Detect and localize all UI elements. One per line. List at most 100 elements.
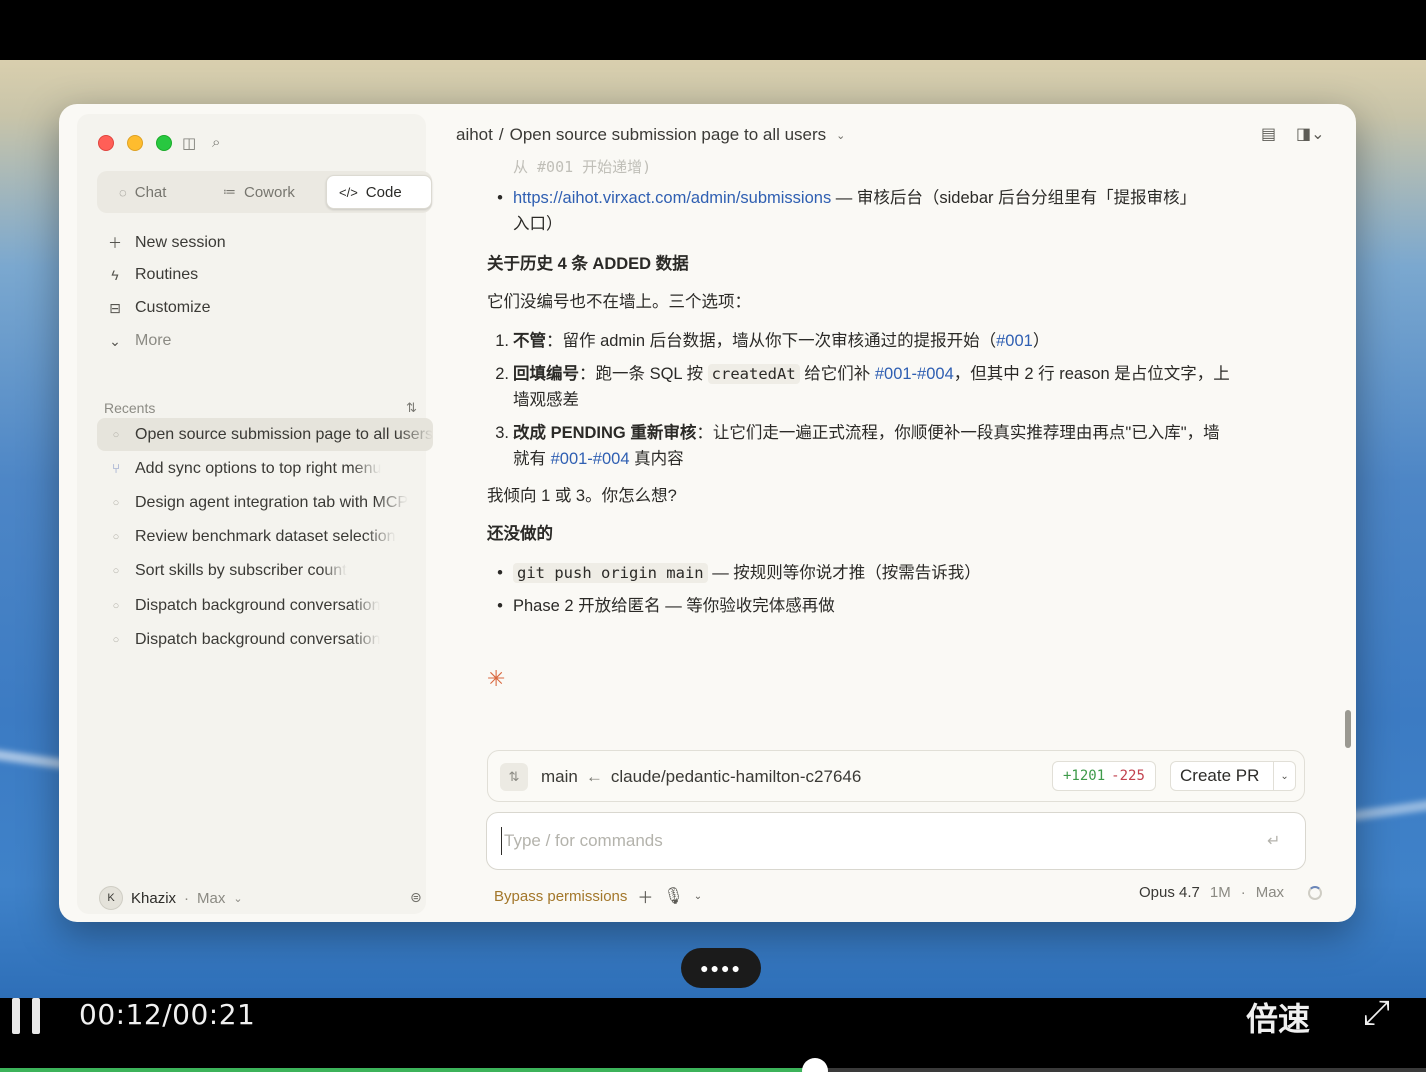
tab-cowork[interactable]: ≔ Cowork — [211, 175, 307, 209]
pause-icon — [12, 998, 20, 1034]
scrollbar[interactable] — [1345, 710, 1351, 748]
microphone-icon[interactable]: 🎙 — [663, 886, 683, 906]
recent-item[interactable]: ○ Sort skills by subscriber count — [97, 554, 433, 587]
recent-item-title: Dispatch background conversation — [135, 596, 381, 614]
session-title: Open source submission page to all users — [509, 125, 827, 144]
breadcrumb[interactable]: aihot / Open source submission page to a… — [456, 125, 845, 145]
additions-count: +1201 — [1063, 768, 1106, 784]
tab-chat-label: Chat — [134, 183, 167, 201]
search-icon[interactable]: ⌕ — [212, 134, 220, 151]
recent-item[interactable]: ○ Dispatch background conversation — [97, 623, 433, 656]
inline-code: createdAt — [707, 364, 800, 384]
deletions-count: -225 — [1111, 768, 1145, 784]
list-item-body: https://aihot.virxact.com/admin/submissi… — [513, 185, 1196, 237]
settings-icon[interactable]: ⊜ — [410, 889, 422, 906]
routines-label: Routines — [135, 266, 199, 283]
avatar: K — [99, 886, 123, 910]
todo-text: — 按规则等你说才推（按需告诉我） — [707, 564, 981, 582]
recent-item[interactable]: ○ Dispatch background conversation — [97, 589, 433, 622]
option-text: ） — [1032, 332, 1050, 350]
option-title: 回填编号 — [513, 365, 579, 383]
permissions-mode-button[interactable]: Bypass permissions — [494, 888, 627, 905]
branch-icon: ⑂ — [112, 461, 120, 476]
chevron-down-icon[interactable]: ⌄ — [1273, 762, 1295, 790]
create-pr-label: Create PR — [1180, 766, 1260, 785]
panel-toggle-icon[interactable]: ◨⌄ — [1296, 124, 1325, 144]
link-description: — 审核后台（sidebar 后台分组里有「提报审核」 — [831, 189, 1197, 207]
option-text: 就有 — [513, 450, 551, 468]
option-text: 给它们补 — [799, 365, 875, 383]
chevron-down-icon: ⌄ — [836, 129, 846, 142]
circle-icon: ○ — [112, 496, 120, 509]
close-window-button[interactable] — [98, 135, 114, 151]
filter-icon[interactable]: ⇅ — [406, 400, 417, 416]
sidebar-toggle-icon[interactable]: ◫ — [182, 134, 196, 152]
sidebar: ◫ ⌕ ◌ Chat ≔ Cowork </> Code ＋ New sessi… — [77, 114, 433, 914]
branch-info: main ← claude/pedantic-hamilton-c27646 — [541, 767, 861, 787]
model-context: 1M — [1209, 884, 1231, 901]
video-top-letterbox — [0, 0, 1426, 60]
option-text: ：留作 admin 后台数据，墙从你下一次审核通过的提报开始（ — [546, 332, 997, 350]
customize-button[interactable]: ⊟ Customize — [107, 299, 210, 317]
chevron-down-icon: ⌄ — [109, 332, 121, 349]
pull-request-icon: ⇅ — [500, 763, 528, 791]
recents-label: Recents — [104, 400, 156, 416]
recent-item[interactable]: ○ Review benchmark dataset selection — [97, 520, 433, 553]
composer: ↵ — [486, 812, 1306, 870]
minimize-window-button[interactable] — [127, 135, 143, 151]
recent-item[interactable]: ○ Design agent integration tab with MCP — [97, 486, 433, 519]
circle-icon: ○ — [112, 530, 120, 543]
recent-item-title: Review benchmark dataset selection — [135, 527, 396, 545]
new-session-button[interactable]: ＋ New session — [107, 233, 226, 253]
progress-bar[interactable] — [0, 1068, 1426, 1072]
video-player-controls: 00:12/00:21 倍速 ⤢ — [0, 994, 1426, 1072]
issue-ref[interactable]: #001-#004 — [875, 365, 954, 383]
mode-tabs: ◌ Chat ≔ Cowork </> Code — [97, 171, 432, 213]
new-session-label: New session — [135, 234, 226, 251]
issue-ref[interactable]: #001-#004 — [551, 450, 630, 468]
recent-item[interactable]: ⑂ Add sync options to top right menu — [97, 452, 433, 485]
playback-speed-button[interactable]: 倍速 — [1246, 994, 1310, 1040]
model-selector[interactable]: Opus 4.7 1M · Max — [1139, 884, 1323, 901]
list-item: • https://aihot.virxact.com/admin/submis… — [487, 185, 1287, 237]
admin-link[interactable]: https://aihot.virxact.com/admin/submissi… — [513, 189, 831, 207]
prompt-input[interactable] — [501, 827, 1241, 855]
recent-item-title: Design agent integration tab with MCP — [135, 493, 409, 511]
list-item: • git push origin main — 按规则等你说才推（按需告诉我） — [487, 560, 1287, 586]
model-plan: Max — [1255, 884, 1285, 901]
plus-icon[interactable]: ＋ — [637, 884, 653, 908]
create-pr-button[interactable]: Create PR ⌄ — [1170, 761, 1296, 791]
issue-ref[interactable]: #001 — [996, 332, 1033, 350]
thinking-spark-icon: ✳ — [487, 666, 506, 691]
arrow-left-icon: ← — [585, 767, 603, 786]
briefcase-icon: ⊟ — [109, 299, 121, 316]
account-menu[interactable]: K Khazix · Max ⌄ — [99, 886, 243, 910]
pause-button[interactable] — [12, 998, 40, 1034]
user-plan: Max — [197, 889, 226, 907]
chevron-down-icon[interactable]: ⌄ — [694, 891, 702, 902]
tab-code-label: Code — [365, 183, 402, 201]
enter-icon[interactable]: ↵ — [1267, 831, 1280, 851]
document-icon[interactable]: ▤ — [1261, 124, 1276, 144]
breadcrumb-separator: / — [498, 125, 504, 144]
more-button[interactable]: ⌄ More — [107, 332, 171, 350]
list-item: • Phase 2 开放给匿名 — 等你验收完体感再做 — [487, 593, 1287, 619]
list-item-body: git push origin main — 按规则等你说才推（按需告诉我） — [513, 560, 981, 586]
tab-chat[interactable]: ◌ Chat — [107, 175, 178, 209]
composer-toolbar: Bypass permissions ＋ 🎙 ⌄ — [494, 884, 702, 908]
more-options-button[interactable]: ●●●● — [681, 948, 761, 988]
option-title: 改成 PENDING 重新审核 — [513, 424, 697, 442]
list-item-body: 回填编号：跑一条 SQL 按 createdAt 给它们补 #001-#004，… — [513, 361, 1230, 413]
diff-stats[interactable]: +1201 -225 — [1052, 761, 1156, 791]
chevron-down-icon: ⌄ — [233, 892, 243, 905]
option-text: 真内容 — [629, 450, 684, 468]
cowork-icon: ≔ — [223, 184, 236, 199]
more-label: More — [135, 332, 172, 349]
playback-time: 00:12/00:21 — [79, 998, 256, 1031]
circle-icon: ○ — [112, 428, 120, 441]
tab-code[interactable]: </> Code — [326, 175, 432, 209]
fullscreen-icon[interactable]: ⤢ — [1363, 994, 1390, 1033]
recent-item[interactable]: ○ Open source submission page to all use… — [97, 418, 433, 451]
routines-button[interactable]: ϟ Routines — [107, 266, 198, 284]
maximize-window-button[interactable] — [156, 135, 172, 151]
